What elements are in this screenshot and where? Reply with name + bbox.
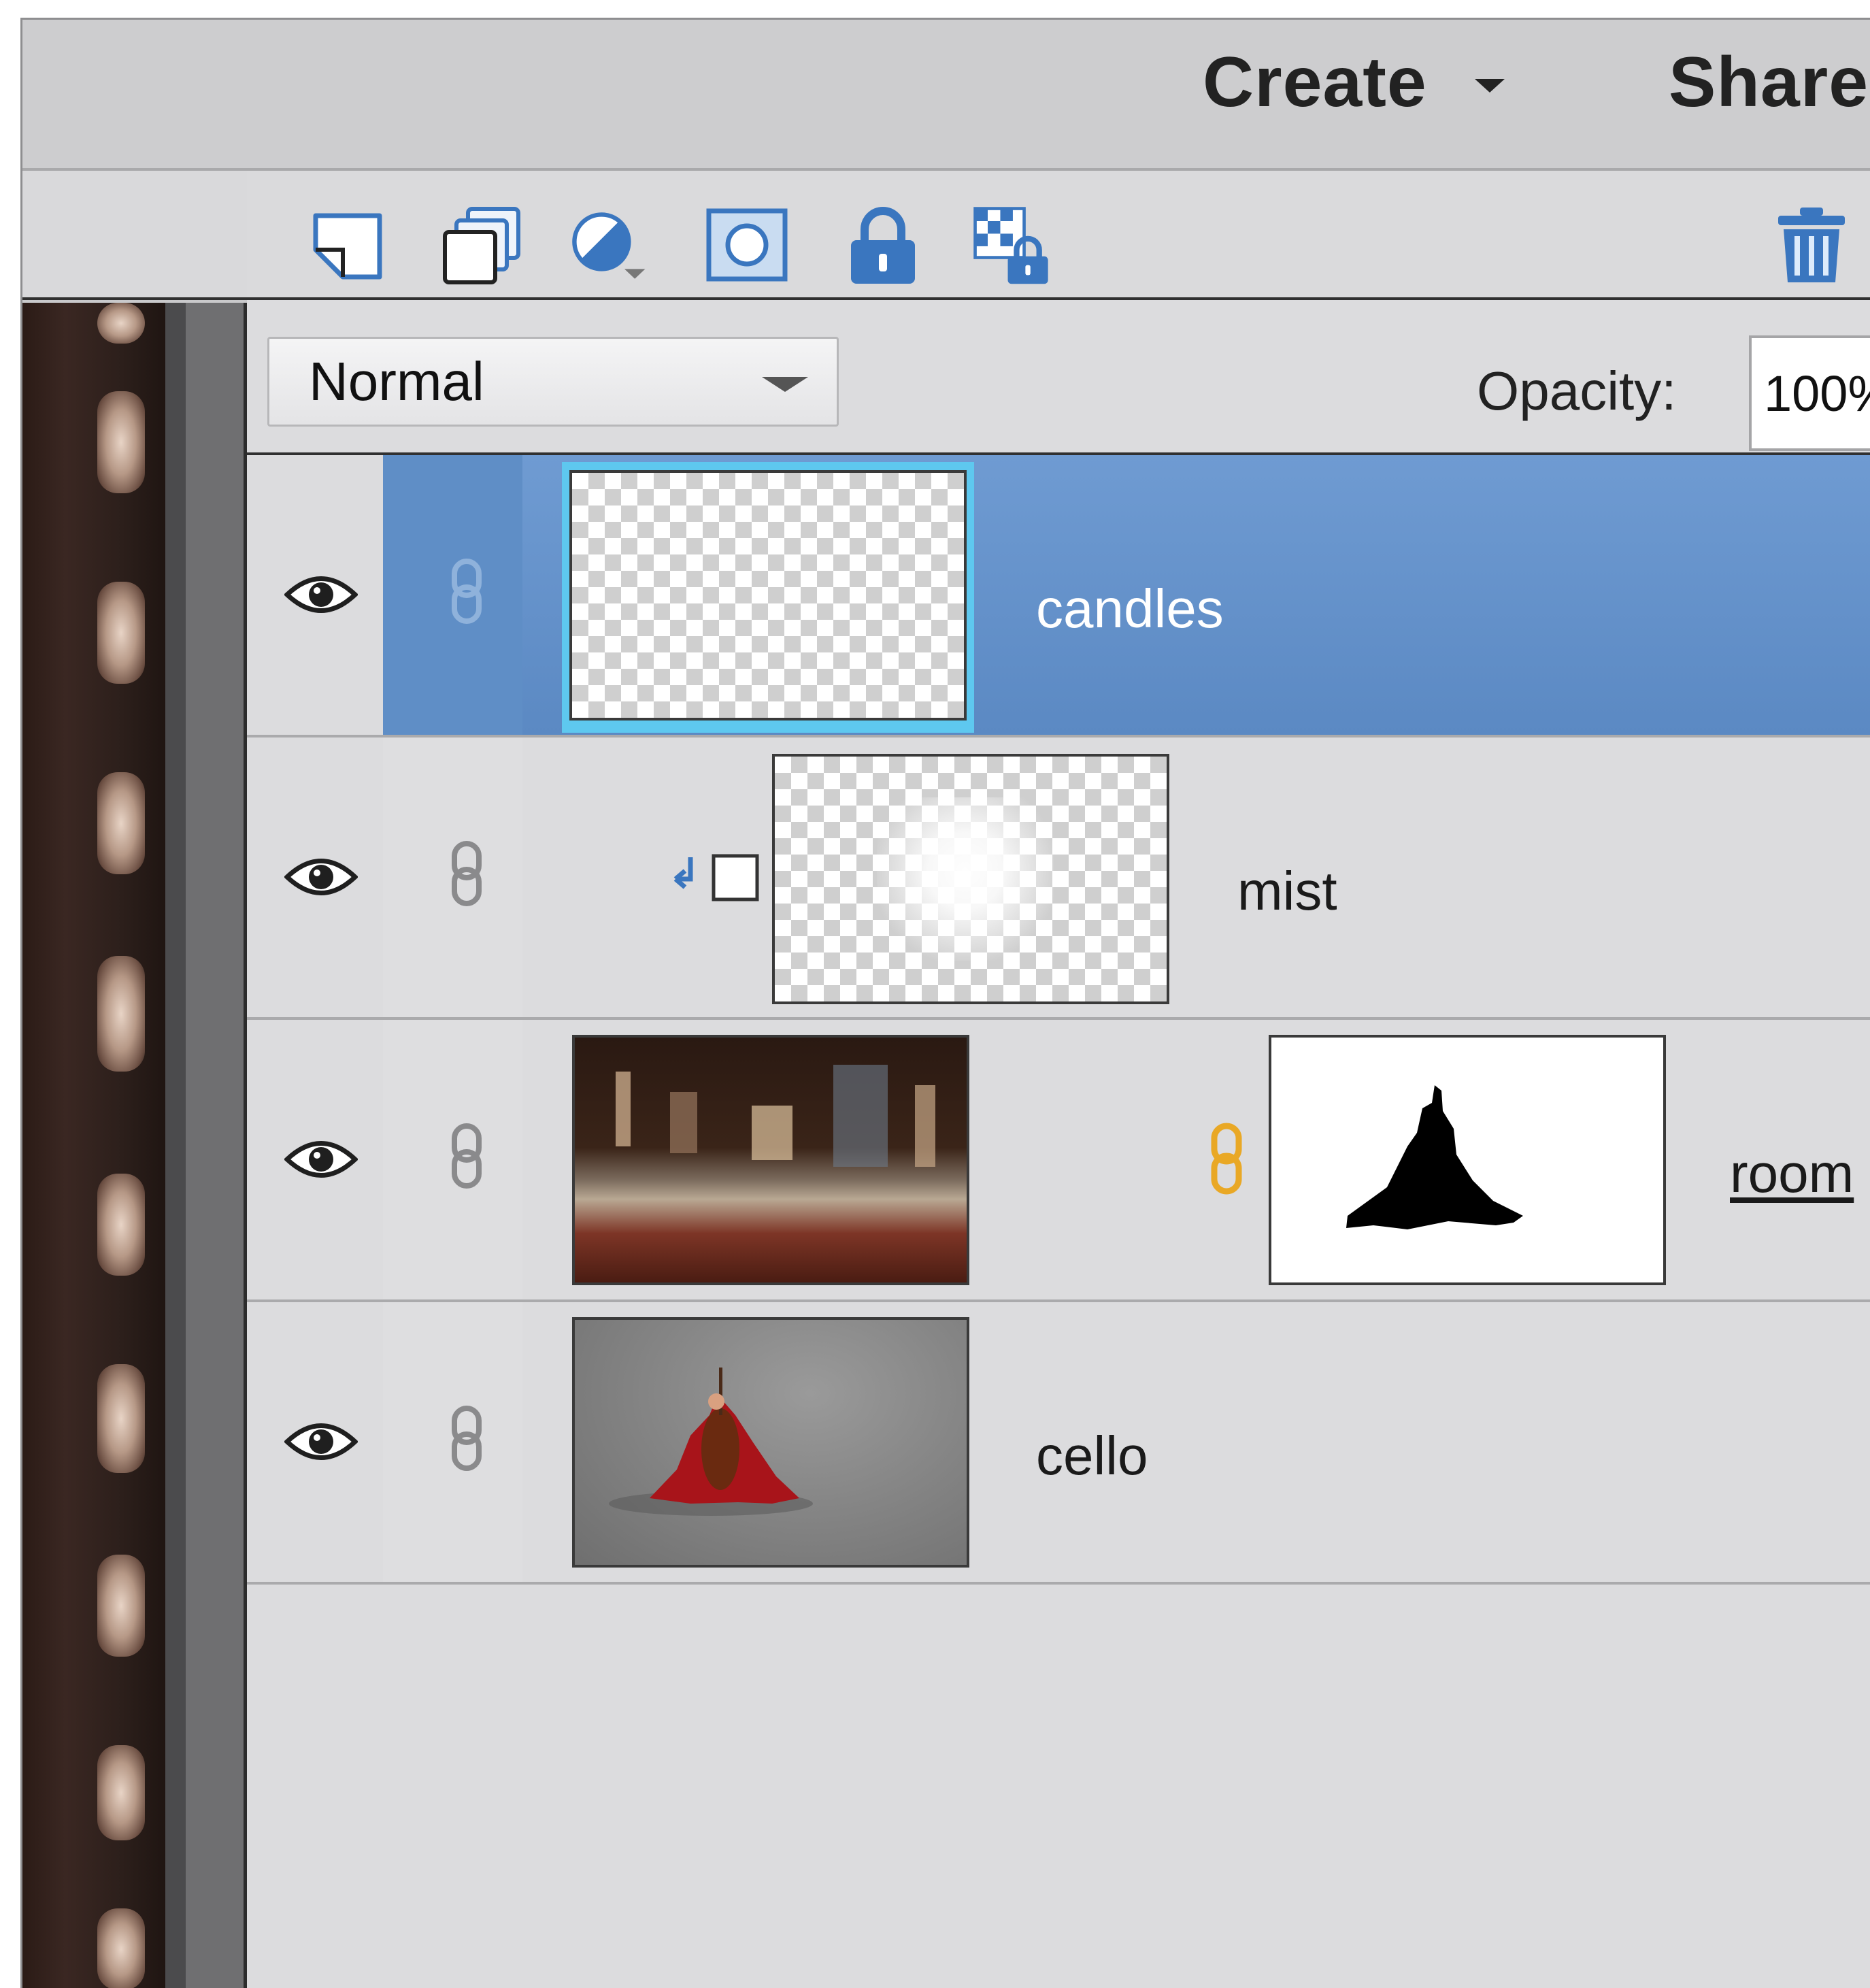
layer-thumbnail-mist[interactable] — [772, 754, 1169, 1004]
layer-row-cello[interactable]: cello — [247, 1302, 1870, 1585]
candle-glow — [97, 1908, 145, 1988]
new-group-button[interactable] — [441, 205, 522, 286]
layer-mask-thumbnail-room[interactable] — [1269, 1035, 1666, 1285]
opacity-label: Opacity: — [1477, 361, 1677, 421]
delete-layer-button[interactable] — [1771, 205, 1852, 286]
layer-name[interactable]: candles — [1036, 578, 1224, 640]
eye-icon[interactable] — [284, 1418, 358, 1465]
link-icon[interactable] — [448, 557, 486, 625]
candle-glow — [97, 1745, 145, 1840]
adjustment-layer-button[interactable] — [570, 205, 652, 286]
layer-thumbnail-room[interactable] — [572, 1035, 969, 1285]
candle-glow — [97, 391, 145, 493]
strip-shadow — [165, 303, 186, 1988]
share-label: Share — [1669, 42, 1869, 122]
link-icon[interactable] — [448, 1122, 486, 1190]
top-bar: Create Share — [22, 20, 1870, 171]
create-menu-button[interactable]: Create — [1203, 42, 1505, 123]
opacity-input[interactable]: 100% — [1749, 335, 1870, 451]
layer-thumbnail-cello[interactable] — [572, 1317, 969, 1568]
layers-toolbar — [247, 171, 1870, 300]
lock-transparency-icon — [973, 207, 1048, 284]
candle-glow — [97, 303, 145, 344]
layers-panel-window: Create Share Normal Opacity: 100 candles… — [20, 18, 1870, 1988]
layers-panel: Normal Opacity: 100% — [247, 171, 1870, 1988]
lock-transparency-button[interactable] — [971, 205, 1053, 286]
link-icon[interactable] — [448, 840, 486, 908]
layer-mask-icon — [706, 208, 788, 282]
candle-glow — [97, 582, 145, 684]
layer-thumbnail-candles[interactable] — [569, 470, 967, 720]
window-light — [833, 1065, 888, 1167]
strip-header — [22, 171, 247, 300]
chevron-down-icon — [762, 377, 808, 392]
blend-mode-select[interactable]: Normal — [267, 337, 839, 427]
layers-list: candles mist room cello — [247, 455, 1870, 1988]
candle-glow — [97, 772, 145, 874]
window-light — [616, 1072, 631, 1146]
layer-name[interactable]: mist — [1237, 860, 1337, 923]
layer-name[interactable]: cello — [1036, 1425, 1148, 1487]
canvas-preview-strip — [22, 171, 247, 1988]
candle-glow — [97, 956, 145, 1072]
canvas-photo-edge — [22, 303, 165, 1988]
trash-icon — [1778, 208, 1845, 282]
clipping-mask-icon — [673, 854, 759, 901]
new-group-icon — [443, 207, 520, 284]
window-light — [915, 1085, 935, 1167]
adjustment-layer-icon — [572, 212, 646, 279]
window-light — [752, 1106, 792, 1160]
lock-all-button[interactable] — [842, 205, 924, 286]
layer-row-room[interactable]: room — [247, 1020, 1870, 1302]
layer-row-mist[interactable]: mist — [247, 738, 1870, 1020]
window-light — [670, 1092, 697, 1153]
mask-silhouette — [1346, 1085, 1523, 1229]
mist-glow — [877, 797, 1054, 961]
candle-glow — [97, 1174, 145, 1276]
blend-options-row: Normal Opacity: 100% — [247, 303, 1870, 455]
link-icon[interactable] — [448, 1404, 486, 1472]
candle-glow — [97, 1555, 145, 1657]
create-label: Create — [1203, 42, 1427, 122]
add-layer-mask-button[interactable] — [706, 205, 788, 286]
candle-glow — [97, 1364, 145, 1473]
share-menu-button[interactable]: Share — [1669, 42, 1869, 123]
new-layer-button[interactable] — [308, 205, 390, 286]
eye-icon[interactable] — [284, 571, 358, 618]
new-layer-icon — [313, 213, 382, 280]
mask-link-icon[interactable] — [1206, 1122, 1247, 1197]
layer-name[interactable]: room — [1730, 1142, 1854, 1205]
chevron-down-icon — [1474, 79, 1505, 93]
blend-mode-value: Normal — [309, 351, 484, 412]
eye-icon[interactable] — [284, 1136, 358, 1183]
eye-icon[interactable] — [284, 853, 358, 901]
cello-figure — [609, 1368, 813, 1516]
lock-all-icon — [851, 207, 915, 284]
layer-row-candles[interactable]: candles — [247, 455, 1870, 738]
strip-scroll-track — [186, 303, 247, 1988]
